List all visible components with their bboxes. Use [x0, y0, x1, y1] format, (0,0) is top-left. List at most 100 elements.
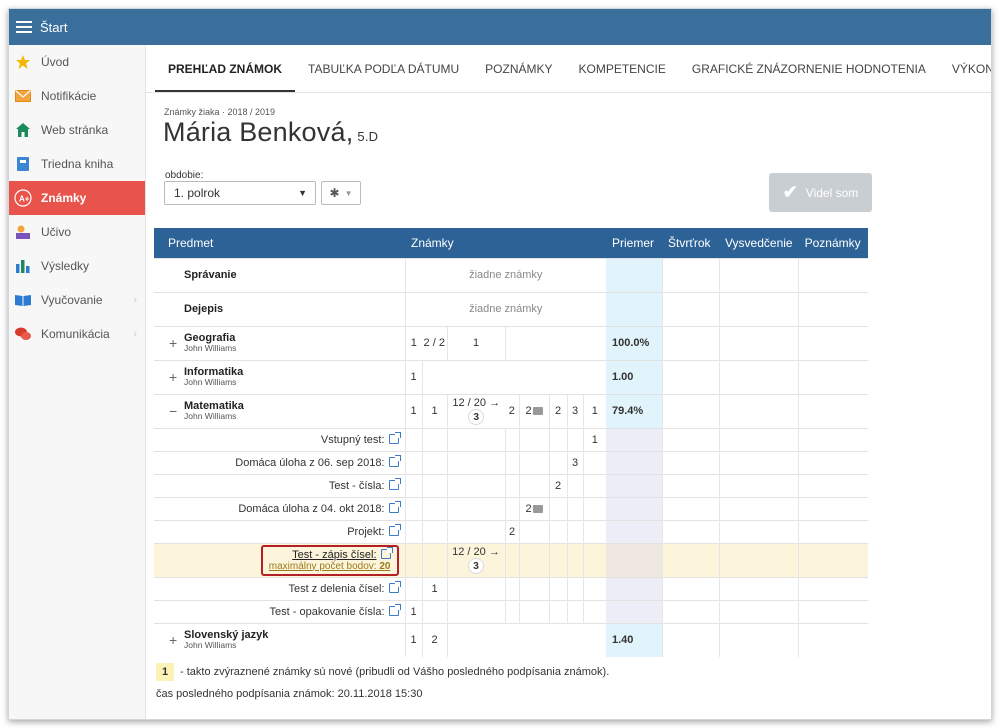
grade[interactable]: 2: [504, 519, 519, 543]
subject-cell: − Matematika John Williams: [154, 393, 405, 428]
videl-som-label: Videl som: [805, 185, 859, 200]
grade[interactable]: 1: [404, 359, 422, 394]
expand-icon[interactable]: +: [169, 335, 177, 351]
table-row: Správanie žiadne známky: [154, 257, 868, 292]
average-cell: [606, 257, 662, 292]
grade-detail-label: Domáca úloha z 06. sep 2018:: [154, 450, 405, 474]
expand-icon[interactable]: +: [169, 369, 177, 385]
settings-dropdown-button[interactable]: ✱ ▼: [321, 181, 361, 205]
col-header-subject: Predmet: [154, 228, 405, 258]
grade[interactable]: 2: [421, 622, 447, 657]
grade-detail-label: Test - opakovanie čísla:: [154, 599, 405, 623]
comment-icon: [532, 504, 543, 513]
hamburger-menu-icon[interactable]: [16, 21, 32, 33]
gear-icon: ✱: [329, 186, 340, 200]
grade[interactable]: 2 / 2: [422, 325, 447, 360]
sidebar-item-label: Notifikácie: [41, 89, 97, 103]
period-value: 1. polrok: [174, 186, 221, 200]
app-title[interactable]: Štart: [40, 20, 67, 35]
grade[interactable]: 1: [404, 622, 422, 657]
videl-som-button[interactable]: ✔ Videl som: [769, 173, 872, 212]
sidebar-item-znamky[interactable]: A+ Známky: [9, 181, 145, 215]
grade[interactable]: 2: [505, 393, 519, 428]
grade[interactable]: 1: [404, 325, 422, 360]
col-header-notes: Poznámky: [798, 228, 868, 258]
teacher-name: John Williams: [184, 640, 237, 651]
sidebar-item-label: Web stránka: [41, 123, 109, 137]
grade[interactable]: 3: [566, 450, 583, 474]
highlight-box: Test - zápis čísel: maximálny počet bodo…: [260, 544, 399, 576]
grade-detail-row: Vstupný test: 1: [154, 427, 868, 451]
sidebar-item-notifikacie[interactable]: Notifikácie: [9, 79, 145, 113]
col-header-grades: Známky: [405, 228, 606, 258]
grade-circle: 3: [468, 409, 485, 425]
period-select[interactable]: 1. polrok ▼: [164, 181, 316, 205]
sidebar-item-label: Komunikácia: [41, 327, 110, 341]
table-row: + Informatika John Williams 1 1.00: [154, 359, 868, 394]
external-link-icon[interactable]: [388, 580, 401, 593]
grade[interactable]: 1: [446, 325, 505, 360]
col-header-report: Vysvedčenie: [719, 228, 799, 258]
new-grade-swatch: 1: [156, 663, 174, 681]
tab-poznamky[interactable]: POZNÁMKY: [472, 62, 565, 92]
period-label: obdobie:: [165, 170, 204, 181]
no-grades-text: žiadne známky: [404, 291, 606, 326]
grade[interactable]: 2: [548, 393, 567, 428]
tab-graficke-znazornenie[interactable]: GRAFICKÉ ZNÁZORNENIE HODNOTENIA: [679, 62, 939, 92]
external-link-icon[interactable]: [388, 500, 401, 513]
legend: 1 - takto zvýraznené známky sú nové (pri…: [156, 663, 609, 681]
sidebar-item-vysledky[interactable]: Výsledky: [9, 249, 145, 283]
grades-table: Predmet Známky Priemer Štvrťrok Vysvedče…: [154, 228, 868, 657]
sidebar-item-ucivo[interactable]: Učivo: [9, 215, 145, 249]
grade-detail-row: Test z delenia čísel: 1: [154, 576, 868, 600]
sidebar-item-label: Známky: [41, 191, 87, 205]
external-link-icon[interactable]: [380, 546, 393, 559]
subject-cell: + Slovenský jazyk John Williams: [154, 622, 405, 657]
grade[interactable]: 1: [421, 393, 447, 428]
sidebar-item-label: Výsledky: [41, 259, 90, 273]
collapse-icon[interactable]: −: [169, 403, 177, 419]
sidebar-item-vyucovanie[interactable]: Vyučovanie ›: [9, 283, 145, 317]
grade-detail-label: Test - čísla:: [154, 473, 405, 497]
teacher-name: John Williams: [184, 411, 237, 421]
sidebar-item-komunikacia[interactable]: Komunikácia ›: [9, 317, 145, 351]
grade[interactable]: 3: [566, 393, 583, 428]
grade[interactable]: 12 / 20 → 3: [446, 542, 505, 577]
grade[interactable]: 1: [582, 427, 606, 451]
sidebar-item-label: Úvod: [41, 55, 70, 69]
main-content: PREHĽAD ZNÁMOK TABUĽKA PODĽA DÁTUMU POZN…: [146, 45, 991, 719]
grade[interactable]: 2: [518, 393, 549, 428]
grade[interactable]: 2: [548, 473, 567, 497]
average-value: 1.40: [606, 622, 662, 657]
tab-tabulka-podla-datumu[interactable]: TABUĽKA PODĽA DÁTUMU: [295, 62, 472, 92]
external-link-icon[interactable]: [388, 523, 401, 536]
tab-vykonnost[interactable]: VÝKONNOSŤ: [939, 62, 991, 92]
home-icon: [14, 121, 32, 139]
grade[interactable]: 12 / 20 → 3: [446, 393, 505, 428]
page-subtitle: Známky žiaka · 2018 / 2019: [164, 107, 276, 117]
tab-bar: PREHĽAD ZNÁMOK TABUĽKA PODĽA DÁTUMU POZN…: [146, 45, 991, 93]
sidebar-item-label: Vyučovanie: [41, 293, 103, 307]
sidebar-item-triedna-kniha[interactable]: Triedna kniha: [9, 147, 145, 181]
star-icon: [14, 53, 32, 71]
checkmark-icon: ✔: [782, 182, 798, 202]
subject-cell: + Informatika John Williams: [154, 359, 405, 394]
grade[interactable]: 1: [421, 576, 447, 600]
expand-icon[interactable]: +: [169, 632, 177, 648]
teacher-name: John Williams: [184, 377, 237, 387]
tab-prehlad-znamok[interactable]: PREHĽAD ZNÁMOK: [155, 62, 295, 92]
grade[interactable]: 1: [404, 393, 422, 428]
external-link-icon[interactable]: [388, 454, 401, 467]
col-header-quarter: Štvrťrok: [662, 228, 719, 258]
grade-detail-row: Domáca úloha z 04. okt 2018: 2: [154, 496, 868, 520]
grade[interactable]: 1: [404, 599, 422, 623]
sidebar-item-web-stranka[interactable]: Web stránka: [9, 113, 145, 147]
grade[interactable]: 2: [518, 496, 549, 520]
col-header-average: Priemer: [606, 228, 662, 258]
external-link-icon[interactable]: [388, 431, 401, 444]
grade[interactable]: 1: [582, 393, 606, 428]
external-link-icon[interactable]: [388, 603, 401, 616]
external-link-icon[interactable]: [388, 477, 401, 490]
sidebar-item-uvod[interactable]: Úvod: [9, 45, 145, 79]
tab-kompetencie[interactable]: KOMPETENCIE: [566, 62, 679, 92]
